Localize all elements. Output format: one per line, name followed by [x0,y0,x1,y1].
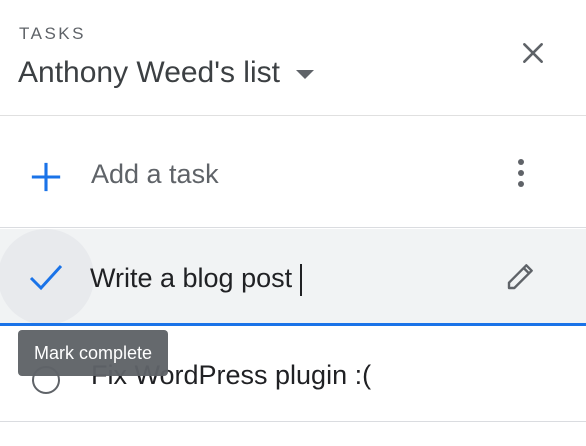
task-row-editing[interactable] [0,229,586,326]
list-title: Anthony Weed's list [18,56,280,89]
close-button[interactable] [510,30,556,76]
panel-header: TASKS Anthony Weed's list [0,0,586,116]
mark-complete-button[interactable] [24,255,68,299]
check-icon [29,264,63,291]
close-icon [523,43,543,63]
text-cursor [300,264,302,296]
mark-complete-tooltip: Mark complete [18,330,169,376]
more-vertical-icon [518,159,524,187]
plus-icon [31,162,61,192]
tasks-panel: TASKS Anthony Weed's list Add a task Wri… [0,0,586,446]
add-task-row[interactable]: Add a task [0,117,586,228]
add-task-label[interactable]: Add a task [91,157,219,191]
edit-details-button[interactable] [498,253,544,299]
more-options-button[interactable] [498,150,544,196]
pencil-icon [507,264,533,290]
caret-down-icon [295,69,314,79]
task-title-input[interactable] [90,259,480,297]
app-label: TASKS [19,24,86,43]
list-selector[interactable]: Anthony Weed's list [18,52,314,94]
add-task-button[interactable] [26,157,66,197]
